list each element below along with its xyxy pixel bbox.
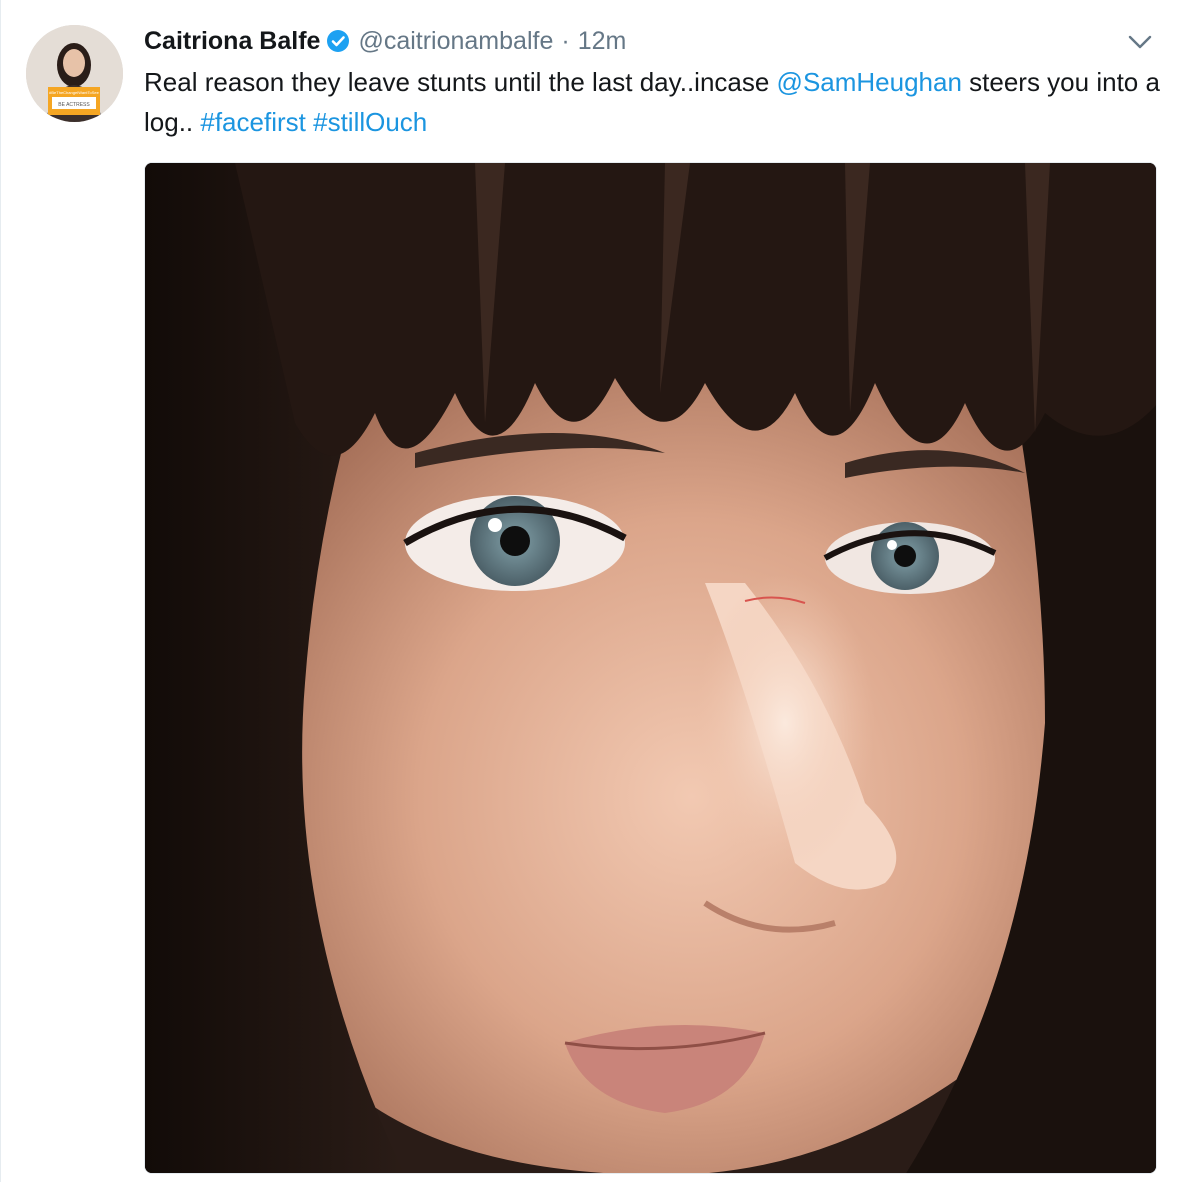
avatar[interactable]: #BeTheChangeIWantToSee BE ACTRESS bbox=[26, 25, 123, 122]
mention-link[interactable]: @SamHeughan bbox=[777, 67, 962, 97]
author-handle[interactable]: @caitrionambalfe bbox=[358, 27, 553, 56]
avatar-sign-line1: #BeTheChangeIWantToSee bbox=[49, 90, 99, 95]
chevron-down-icon[interactable] bbox=[1126, 32, 1154, 52]
selfie-photo bbox=[145, 163, 1156, 1173]
tweet-timestamp[interactable]: 12m bbox=[578, 27, 627, 56]
author-name[interactable]: Caitriona Balfe bbox=[144, 27, 320, 56]
tweet-text-part1: Real reason they leave stunts until the … bbox=[144, 67, 777, 97]
verified-badge-icon bbox=[326, 29, 350, 53]
tweet-text: Real reason they leave stunts until the … bbox=[144, 62, 1164, 142]
hashtag-link-facefirst[interactable]: #facefirst bbox=[200, 107, 306, 137]
separator-dot: · bbox=[561, 26, 570, 55]
tweet-header: Caitriona Balfe @caitrionambalfe · 12m bbox=[144, 25, 626, 57]
avatar-sign-line2: BE ACTRESS bbox=[58, 102, 90, 108]
hashtag-link-stillouch[interactable]: #stillOuch bbox=[313, 107, 427, 137]
tweet-card[interactable]: #BeTheChangeIWantToSee BE ACTRESS Caitri… bbox=[0, 0, 1178, 1182]
tweet-photo[interactable] bbox=[144, 162, 1157, 1174]
avatar-image: #BeTheChangeIWantToSee BE ACTRESS bbox=[26, 25, 123, 122]
